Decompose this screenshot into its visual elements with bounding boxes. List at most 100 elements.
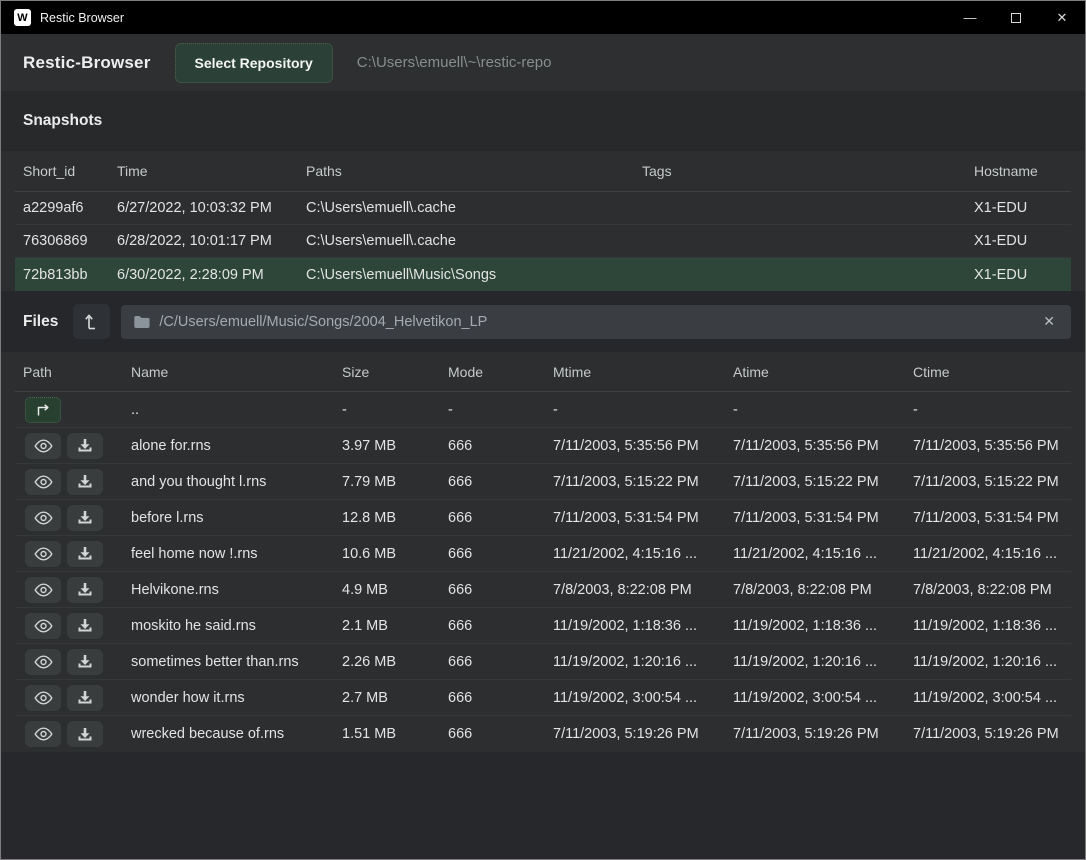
preview-file-button[interactable] [25,505,61,531]
preview-file-button[interactable] [25,613,61,639]
download-icon [77,510,93,525]
go-parent-directory-button[interactable] [25,397,61,423]
file-row[interactable]: before l.rns 12.8 MB 666 7/11/2003, 5:31… [15,500,1071,536]
file-name: .. [123,402,334,418]
up-level-icon [84,313,99,330]
file-size: - [334,402,440,418]
download-icon [77,438,93,453]
download-icon [77,654,93,669]
snapshot-paths: C:\Users\emuell\.cache [298,233,634,249]
preview-file-button[interactable] [25,685,61,711]
file-mode: 666 [440,474,545,490]
download-icon [77,727,93,742]
snapshot-row[interactable]: 72b813bb 6/30/2022, 2:28:09 PM C:\Users\… [15,258,1071,291]
file-mtime: 7/11/2003, 5:31:54 PM [545,510,725,526]
current-path-bar[interactable]: /C/Users/emuell/Music/Songs/2004_Helveti… [121,305,1071,339]
file-mode: 666 [440,438,545,454]
download-icon [77,474,93,489]
file-row[interactable]: Helvikone.rns 4.9 MB 666 7/8/2003, 8:22:… [15,572,1071,608]
file-size: 2.26 MB [334,654,440,670]
snapshot-row[interactable]: a2299af6 6/27/2022, 10:03:32 PM C:\Users… [15,192,1071,225]
file-name: and you thought l.rns [123,474,334,490]
column-header: Name [123,364,334,380]
maximize-button[interactable] [993,1,1039,34]
snapshots-section-header: Snapshots [1,91,1085,151]
current-path-value: /C/Users/emuell/Music/Songs/2004_Helveti… [159,314,1030,330]
file-atime: 7/11/2003, 5:19:26 PM [725,726,905,742]
close-icon: ✕ [1057,10,1068,26]
preview-file-button[interactable] [25,433,61,459]
snapshots-table-header: Short_idTimePathsTagsHostname [15,151,1071,192]
column-header: Hostname [966,163,1071,179]
clear-path-button[interactable]: ✕ [1039,311,1059,332]
download-file-button[interactable] [67,433,103,459]
file-ctime: 7/8/2003, 8:22:08 PM [905,582,1071,598]
download-icon [77,690,93,705]
file-actions [15,433,123,459]
download-file-button[interactable] [67,649,103,675]
file-row[interactable]: wrecked because of.rns 1.51 MB 666 7/11/… [15,716,1071,752]
download-file-button[interactable] [67,577,103,603]
preview-file-button[interactable] [25,577,61,603]
preview-file-button[interactable] [25,469,61,495]
download-file-button[interactable] [67,541,103,567]
close-button[interactable]: ✕ [1039,1,1085,34]
download-file-button[interactable] [67,469,103,495]
file-ctime: 7/11/2003, 5:15:22 PM [905,474,1071,490]
file-actions [15,721,123,747]
snapshot-short-id: 72b813bb [15,267,109,283]
download-file-button[interactable] [67,505,103,531]
snapshot-row[interactable]: 76306869 6/28/2022, 10:01:17 PM C:\Users… [15,225,1071,258]
download-file-button[interactable] [67,685,103,711]
files-section-header: Files /C/Users/emuell/Music/Songs/2004_H… [1,291,1085,352]
titlebar-drag-area[interactable]: W Restic Browser [1,9,947,26]
select-repository-button[interactable]: Select Repository [175,43,333,83]
up-level-button[interactable] [73,304,110,339]
file-row[interactable]: alone for.rns 3.97 MB 666 7/11/2003, 5:3… [15,428,1071,464]
snapshot-paths: C:\Users\emuell\Music\Songs [298,267,634,283]
preview-file-button[interactable] [25,721,61,747]
download-file-button[interactable] [67,721,103,747]
column-header: Size [334,364,440,380]
eye-icon [34,547,53,561]
column-header: Paths [298,163,634,179]
empty-area [1,752,1085,859]
column-header: Tags [634,163,966,179]
column-header: Mtime [545,364,725,380]
eye-icon [34,583,53,597]
file-row[interactable]: wonder how it.rns 2.7 MB 666 11/19/2002,… [15,680,1071,716]
file-mode: 666 [440,654,545,670]
file-actions [15,649,123,675]
minimize-icon: — [964,10,977,25]
folder-icon [133,315,150,329]
file-row[interactable]: and you thought l.rns 7.79 MB 666 7/11/2… [15,464,1071,500]
column-header: Ctime [905,364,1071,380]
file-size: 2.7 MB [334,690,440,706]
file-size: 10.6 MB [334,546,440,562]
eye-icon [34,727,53,741]
snapshot-time: 6/30/2022, 2:28:09 PM [109,267,298,283]
file-name: Helvikone.rns [123,582,334,598]
snapshot-paths: C:\Users\emuell\.cache [298,200,634,216]
file-ctime: 7/11/2003, 5:31:54 PM [905,510,1071,526]
minimize-button[interactable]: — [947,1,993,34]
download-file-button[interactable] [67,613,103,639]
file-row[interactable]: sometimes better than.rns 2.26 MB 666 11… [15,644,1071,680]
file-actions [15,469,123,495]
file-atime: 11/19/2002, 1:18:36 ... [725,618,905,634]
preview-file-button[interactable] [25,649,61,675]
file-row[interactable]: feel home now !.rns 10.6 MB 666 11/21/20… [15,536,1071,572]
file-row[interactable]: .. - - - - - [15,392,1071,428]
file-name: sometimes better than.rns [123,654,334,670]
column-header: Path [15,364,123,380]
column-header: Short_id [15,163,109,179]
app-title: Restic-Browser [23,53,151,73]
file-name: wonder how it.rns [123,690,334,706]
file-mtime: 11/19/2002, 1:20:16 ... [545,654,725,670]
file-row[interactable]: moskito he said.rns 2.1 MB 666 11/19/200… [15,608,1071,644]
download-icon [77,546,93,561]
file-size: 1.51 MB [334,726,440,742]
preview-file-button[interactable] [25,541,61,567]
file-name: before l.rns [123,510,334,526]
file-ctime: 11/21/2002, 4:15:16 ... [905,546,1071,562]
